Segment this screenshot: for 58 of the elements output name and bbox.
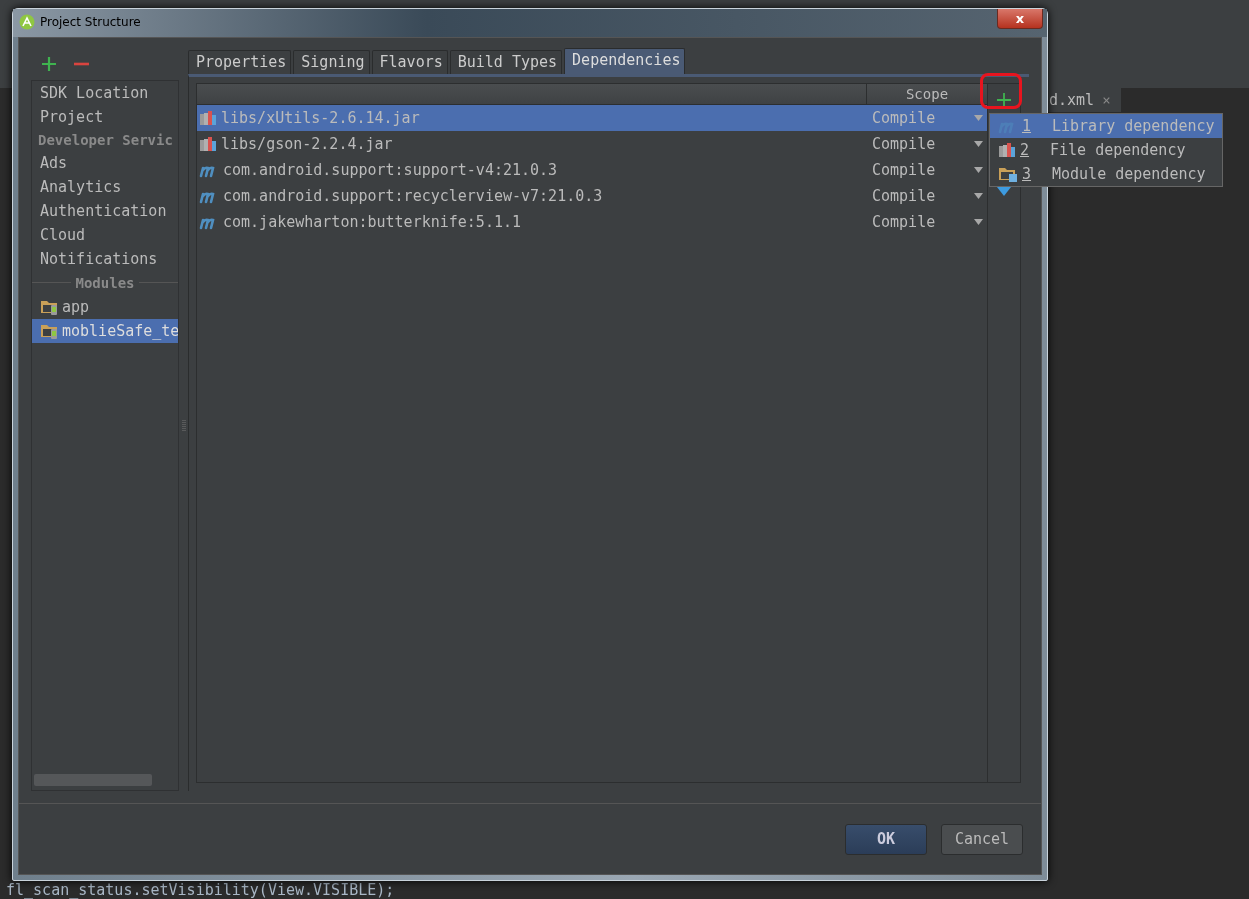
table-cell: libs/xUtils-2.6.14.jar xyxy=(221,109,420,127)
splitter-grip-icon xyxy=(181,418,186,433)
tab[interactable]: Build Types xyxy=(449,50,563,74)
scope-dropdown[interactable]: Compile xyxy=(872,161,936,179)
section-header: Modules xyxy=(71,275,139,291)
table-row[interactable]: libs/gson-2.2.4.jar Compile xyxy=(197,131,987,157)
module-folder-icon xyxy=(40,298,60,316)
dropdown-caret-icon xyxy=(974,219,983,225)
table-cell: libs/gson-2.2.4.jar xyxy=(221,135,393,153)
highlight-outline xyxy=(980,73,1022,109)
editor-tab[interactable]: d.xml × xyxy=(1045,88,1122,112)
tab[interactable]: Flavors xyxy=(371,50,448,74)
module-folder-icon xyxy=(998,165,1018,183)
add-icon xyxy=(996,92,1012,108)
ok-button[interactable]: OK xyxy=(845,823,927,855)
add-icon xyxy=(41,56,57,72)
column-header: Scope xyxy=(904,85,950,104)
scrollbar-thumb[interactable] xyxy=(34,774,152,786)
table-row[interactable]: com.jakewharton:butterknife:5.1.1 Compile xyxy=(197,209,987,235)
books-icon xyxy=(199,136,217,152)
tab[interactable]: Signing xyxy=(293,50,370,74)
close-icon[interactable]: × xyxy=(1102,92,1111,108)
dropdown-caret-icon xyxy=(974,115,983,121)
sidebar-item[interactable]: Project xyxy=(32,105,178,129)
books-icon xyxy=(998,142,1016,158)
table-row[interactable]: com.android.support:support-v4:21.0.3 Compile xyxy=(197,157,987,183)
sidebar-item[interactable]: Notifications xyxy=(32,247,178,271)
android-icon xyxy=(19,14,35,30)
down-arrow-icon xyxy=(997,187,1011,197)
sidebar-item[interactable]: Cloud xyxy=(32,223,178,247)
sidebar-item[interactable]: Ads xyxy=(32,151,178,175)
tab[interactable]: Dependencies xyxy=(564,48,686,74)
module-item[interactable]: app xyxy=(32,295,178,319)
close-button[interactable]: x xyxy=(997,9,1043,29)
sidebar-item[interactable]: SDK Location xyxy=(32,81,178,105)
dropdown-caret-icon xyxy=(974,193,983,199)
sidebar-item[interactable]: Analytics xyxy=(32,175,178,199)
table-cell: com.android.support:recyclerview-v7:21.0.3 xyxy=(223,187,603,205)
menu-item[interactable]: 3 Module dependency xyxy=(990,162,1222,186)
window-title: Project Structure xyxy=(40,15,141,29)
scope-dropdown[interactable]: Compile xyxy=(872,213,936,231)
module-folder-icon xyxy=(40,322,60,340)
section-header: Developer Servic xyxy=(37,131,174,150)
dropdown-caret-icon xyxy=(974,167,983,173)
scope-dropdown[interactable]: Compile xyxy=(872,187,936,205)
scope-dropdown[interactable]: Compile xyxy=(872,135,936,153)
dropdown-caret-icon xyxy=(974,141,983,147)
sidebar-item[interactable]: Authentication xyxy=(32,199,178,223)
table-cell: com.android.support:support-v4:21.0.3 xyxy=(223,161,558,179)
table-cell: com.jakewharton:butterknife:5.1.1 xyxy=(223,213,521,231)
table-row[interactable]: com.android.support:recyclerview-v7:21.0.3 Compile xyxy=(197,183,987,209)
module-item[interactable]: moblieSafe_te xyxy=(32,319,178,343)
menu-item[interactable]: 2 File dependency xyxy=(990,138,1222,162)
cancel-button[interactable]: Cancel xyxy=(941,823,1023,855)
code-line: fl_scan_status.setVisibility(View.VISIBLE); xyxy=(5,881,396,899)
tab[interactable]: Properties xyxy=(188,50,292,74)
books-icon xyxy=(199,110,217,126)
tab-label: d.xml xyxy=(1049,91,1095,109)
